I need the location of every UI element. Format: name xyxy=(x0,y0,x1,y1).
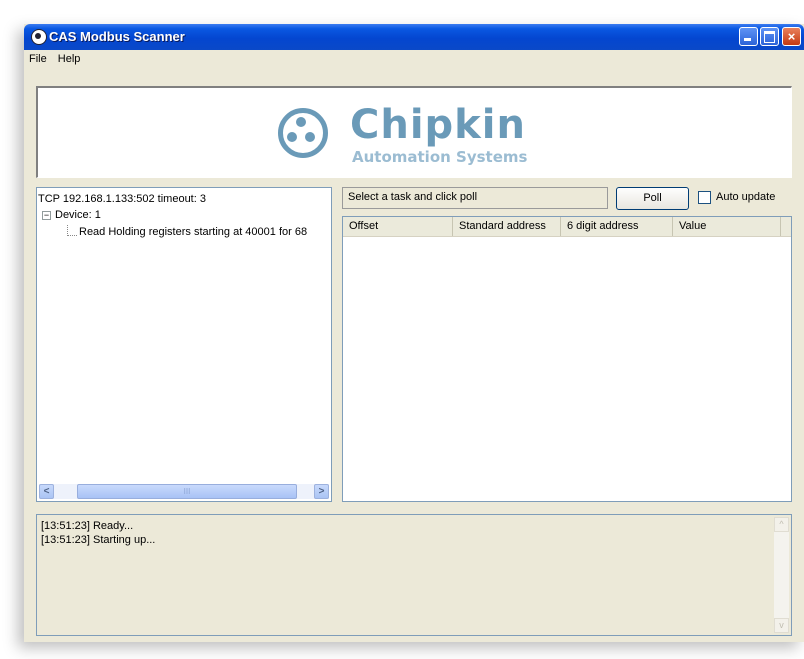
scroll-up-icon[interactable]: ^ xyxy=(774,517,789,532)
maximize-button[interactable] xyxy=(760,27,779,46)
device-tree[interactable]: TCP 192.168.1.133:502 timeout: 3 − Devic… xyxy=(36,187,332,502)
company-name: Chipkin xyxy=(350,102,526,148)
task-status-field: Select a task and click poll xyxy=(342,187,608,209)
scroll-down-icon[interactable]: v xyxy=(774,618,789,633)
menu-help[interactable]: Help xyxy=(53,50,84,65)
chipkin-logo-icon xyxy=(278,108,328,158)
tree-connection-node[interactable]: TCP 192.168.1.133:502 timeout: 3 xyxy=(38,193,206,205)
close-icon: × xyxy=(787,29,796,44)
auto-update-label[interactable]: Auto update xyxy=(716,191,775,203)
tree-task-node[interactable]: Read Holding registers starting at 40001… xyxy=(79,226,307,238)
grid-header: Offset Standard address 6 digit address … xyxy=(343,217,791,237)
log-line: [13:51:23] Ready... xyxy=(41,520,134,532)
log-line: [13:51:23] Starting up... xyxy=(41,534,156,546)
log-panel[interactable]: [13:51:23] Ready... [13:51:23] Starting … xyxy=(36,514,792,636)
tree-device-node[interactable]: Device: 1 xyxy=(55,209,101,221)
column-offset[interactable]: Offset xyxy=(343,217,453,236)
register-grid[interactable]: Offset Standard address 6 digit address … xyxy=(342,216,792,502)
app-window: CAS Modbus Scanner × File Help Chipkin A… xyxy=(24,24,804,642)
company-tagline: Automation Systems xyxy=(352,148,528,166)
logo-banner: Chipkin Automation Systems xyxy=(36,86,792,178)
collapse-icon[interactable]: − xyxy=(42,211,51,220)
scrollbar-thumb[interactable]: III xyxy=(77,484,297,499)
close-button[interactable]: × xyxy=(782,27,801,46)
poll-button[interactable]: Poll xyxy=(616,187,689,210)
scroll-right-icon[interactable]: > xyxy=(314,484,329,499)
tree-connector xyxy=(67,225,77,236)
vertical-scrollbar[interactable]: ^ v xyxy=(774,517,789,633)
horizontal-scrollbar[interactable]: < III > xyxy=(39,484,329,499)
app-icon xyxy=(31,29,47,45)
menu-file[interactable]: File xyxy=(24,50,50,65)
title-bar[interactable]: CAS Modbus Scanner × xyxy=(24,24,804,50)
column-value[interactable]: Value xyxy=(673,217,781,236)
window-title: CAS Modbus Scanner xyxy=(49,29,185,44)
auto-update-checkbox[interactable] xyxy=(698,191,711,204)
scroll-left-icon[interactable]: < xyxy=(39,484,54,499)
minimize-button[interactable] xyxy=(739,27,758,46)
column-6-digit-address[interactable]: 6 digit address xyxy=(561,217,673,236)
column-standard-address[interactable]: Standard address xyxy=(453,217,561,236)
menu-bar: File Help xyxy=(24,50,804,70)
